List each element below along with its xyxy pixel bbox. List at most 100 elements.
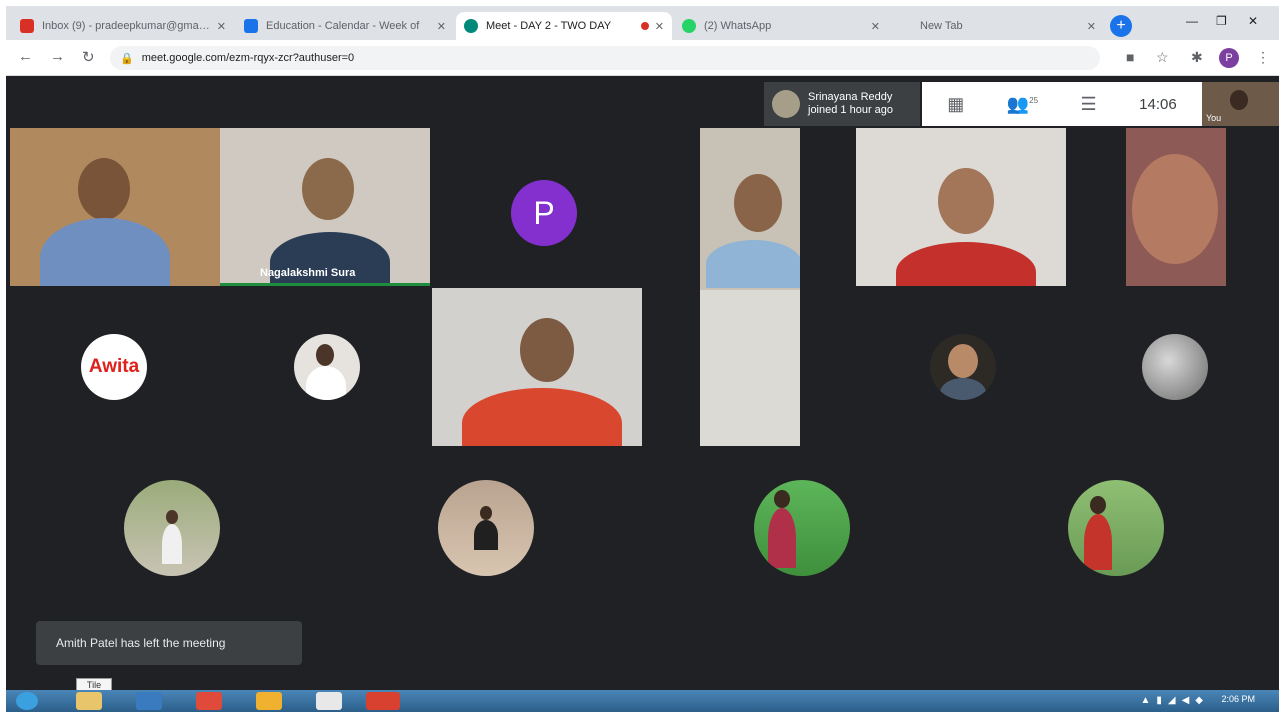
participant-avatar[interactable] (124, 480, 220, 576)
participant-body (706, 240, 800, 288)
participant-avatar-logo[interactable]: Awita (81, 334, 147, 400)
avatar (772, 90, 800, 118)
address-bar[interactable]: 🔒 meet.google.com/ezm-rqyx-zcr?authuser=… (110, 46, 1100, 70)
minimize-icon[interactable]: — (1186, 14, 1198, 28)
participant-avatar[interactable] (1142, 334, 1208, 400)
tab-title: Inbox (9) - pradeepkumar@gmail.com (42, 20, 211, 32)
avatar-head (316, 344, 334, 366)
avatar-head (1090, 496, 1106, 514)
participant-avatar[interactable] (1068, 480, 1164, 576)
menu-icon[interactable]: ⋮ (1256, 49, 1270, 66)
meeting-toolbar: ▦ 👥25 ☰ 14:06 (922, 82, 1202, 126)
participant-count: 25 (1029, 95, 1039, 105)
maximize-icon[interactable]: ❐ (1216, 14, 1227, 28)
notice-name: Srinayana Reddy (808, 91, 893, 103)
tab-meet[interactable]: Meet - DAY 2 - TWO DAY ✕ (456, 12, 672, 40)
participant-head (302, 158, 354, 220)
video-tile[interactable] (10, 128, 220, 286)
left-meeting-toast: Amith Patel has left the meeting (36, 621, 302, 665)
tab-whatsapp[interactable]: (2) WhatsApp ✕ (674, 12, 888, 40)
avatar-body (768, 508, 796, 568)
video-tile[interactable] (432, 288, 642, 446)
avatar-body (306, 366, 346, 400)
wall-background (700, 290, 800, 446)
avatar-body (162, 524, 182, 564)
participant-avatar[interactable] (754, 480, 850, 576)
participant-body (462, 388, 622, 446)
video-tile-active-speaker[interactable]: Nagalakshmi Sura (220, 128, 430, 286)
file-explorer-icon[interactable] (76, 692, 102, 710)
close-icon[interactable]: ✕ (871, 20, 880, 33)
avatar-body (474, 520, 498, 550)
chrome-icon[interactable] (196, 692, 222, 710)
profile-avatar[interactable]: P (1219, 48, 1239, 68)
tab-calendar[interactable]: Education - Calendar - Week of ✕ (236, 12, 454, 40)
taskbar-clock[interactable]: 2:06 PM (1221, 694, 1255, 704)
bookmark-star-icon[interactable]: ☆ (1156, 49, 1169, 66)
windows-taskbar: ▲▮◢◀◆ 2:06 PM (6, 690, 1279, 712)
tab-title: (2) WhatsApp (704, 20, 772, 32)
new-tab-button[interactable]: + (1110, 15, 1132, 37)
tab-newtab[interactable]: New Tab ✕ (890, 12, 1104, 40)
avatar-body (940, 378, 986, 400)
participant-head (1132, 154, 1218, 264)
close-icon[interactable]: ✕ (217, 20, 226, 33)
camera-indicator-icon[interactable]: ■ (1126, 49, 1134, 65)
avatar-body (1084, 514, 1112, 570)
participant-avatar[interactable] (438, 480, 534, 576)
self-view-tile[interactable]: You (1202, 82, 1279, 126)
tab-title: New Tab (920, 20, 963, 32)
media-player-icon[interactable] (256, 692, 282, 710)
tab-strip: Inbox (9) - pradeepkumar@gmail.com ✕ Edu… (6, 6, 1279, 40)
tab-gmail[interactable]: Inbox (9) - pradeepkumar@gmail.com ✕ (12, 12, 234, 40)
participant-body (40, 218, 170, 286)
meet-icon (464, 19, 478, 33)
participant-head (520, 318, 574, 382)
reload-icon[interactable]: ↻ (82, 48, 95, 66)
avatar-head (774, 490, 790, 508)
browser-toolbar: ← → ↻ 🔒 meet.google.com/ezm-rqyx-zcr?aut… (6, 40, 1279, 76)
browser-window: Inbox (9) - pradeepkumar@gmail.com ✕ Edu… (6, 6, 1279, 712)
logo-text: Awita (88, 356, 140, 377)
close-icon[interactable]: ✕ (1087, 20, 1096, 33)
self-label: You (1206, 113, 1222, 123)
document-app-icon[interactable] (316, 692, 342, 710)
avatar-head (948, 344, 978, 378)
address-text: meet.google.com/ezm-rqyx-zcr?authuser=0 (141, 52, 355, 64)
participant-head (938, 168, 994, 234)
avatar-head (480, 506, 492, 520)
meeting-details-icon[interactable]: ▦ (947, 94, 964, 115)
back-icon[interactable]: ← (18, 48, 33, 65)
participant-body (896, 242, 1036, 286)
participants-icon[interactable]: 👥25 (1007, 94, 1038, 115)
video-tile[interactable] (700, 128, 800, 446)
self-head (1230, 90, 1248, 110)
extensions-icon[interactable]: ✱ (1191, 49, 1203, 66)
chat-icon[interactable]: ☰ (1081, 94, 1097, 115)
meeting-clock: 14:06 (1139, 95, 1177, 113)
avatar-head (166, 510, 178, 524)
system-tray-icons[interactable]: ▲▮◢◀◆ (1141, 695, 1209, 706)
close-icon[interactable]: ✕ (437, 20, 446, 33)
video-tile[interactable] (1126, 128, 1226, 286)
tile-name: Nagalakshmi Sura (260, 267, 356, 279)
tab-title: Education - Calendar - Week of (266, 20, 420, 32)
app-icon[interactable] (136, 692, 162, 710)
start-button-icon[interactable] (16, 692, 38, 710)
lock-icon: 🔒 (120, 52, 134, 65)
close-icon[interactable]: ✕ (655, 20, 664, 33)
participant-avatar-letter[interactable]: P (511, 180, 577, 246)
newtab-icon (898, 19, 912, 33)
tab-title: Meet - DAY 2 - TWO DAY (486, 20, 612, 32)
chrome-taskbar-icon[interactable] (366, 692, 400, 710)
notice-text: joined 1 hour ago (808, 104, 894, 116)
video-tile[interactable] (856, 128, 1066, 286)
participant-head (78, 158, 130, 220)
participant-avatar[interactable] (930, 334, 996, 400)
forward-icon[interactable]: → (50, 48, 65, 65)
window-close-icon[interactable]: ✕ (1248, 14, 1258, 28)
participant-avatar[interactable] (294, 334, 360, 400)
recording-indicator-icon (640, 22, 649, 30)
participant-head (734, 174, 782, 232)
whatsapp-icon (682, 19, 696, 33)
